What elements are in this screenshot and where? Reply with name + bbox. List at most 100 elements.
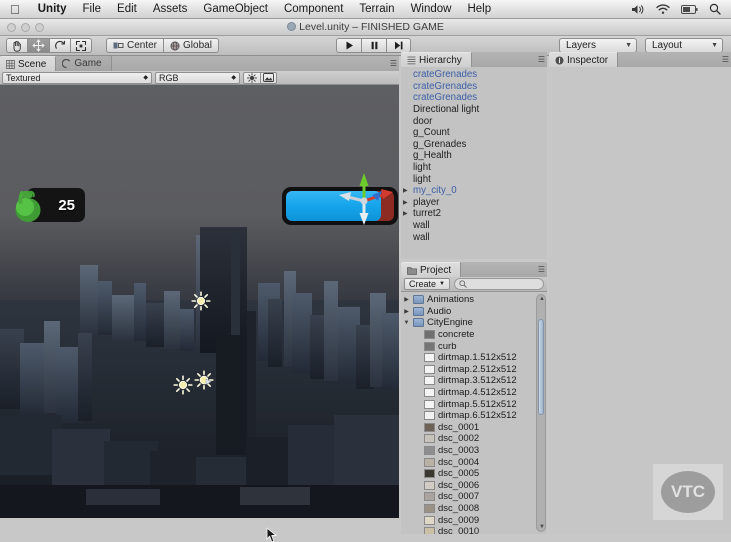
draw-mode-dropdown[interactable]: Textured ◆ xyxy=(2,71,152,84)
project-search-field[interactable] xyxy=(453,278,544,290)
tab-scene[interactable]: Scene xyxy=(0,56,57,71)
project-scrollbar[interactable]: ▲ ▼ xyxy=(536,294,546,532)
step-button[interactable] xyxy=(386,38,411,53)
texture-thumbnail-icon xyxy=(424,469,435,479)
project-item[interactable]: dirtmap.5.512x512 xyxy=(401,398,547,410)
rotate-tool[interactable] xyxy=(49,38,70,53)
pivot-rotation-button[interactable]: Global xyxy=(163,38,219,53)
hierarchy-menu-icon[interactable]: ☰ xyxy=(538,55,545,64)
hierarchy-item[interactable]: g_Health xyxy=(401,150,547,162)
expand-arrow-icon[interactable]: ▶ xyxy=(403,187,408,194)
transform-move-gizmo[interactable] xyxy=(338,169,399,229)
menu-help[interactable]: Help xyxy=(459,0,499,19)
scene-panel-menu-icon[interactable]: ☰ xyxy=(390,59,397,68)
project-asset-list[interactable]: ▶ Animations ▶ Audio ▼ CityEngine concrete curb… xyxy=(401,292,547,534)
hierarchy-item[interactable]: ▶ player xyxy=(401,197,547,209)
apple-icon[interactable]:  xyxy=(10,3,20,16)
project-item[interactable]: dsc_0002 xyxy=(401,433,547,445)
project-item[interactable]: dsc_0005 xyxy=(401,468,547,480)
project-item[interactable]: dsc_0004 xyxy=(401,456,547,468)
move-tool[interactable] xyxy=(27,38,49,53)
project-item[interactable]: dirtmap.4.512x512 xyxy=(401,387,547,399)
collapse-arrow-icon[interactable]: ▼ xyxy=(403,320,410,326)
menu-file[interactable]: File xyxy=(75,0,110,19)
hierarchy-item[interactable]: light xyxy=(401,173,547,185)
play-button[interactable] xyxy=(336,38,361,53)
project-item[interactable]: dirtmap.6.512x512 xyxy=(401,410,547,422)
spotlight-search-icon[interactable] xyxy=(709,3,721,15)
project-item[interactable]: dirtmap.1.512x512 xyxy=(401,352,547,364)
texture-thumbnail-icon xyxy=(424,457,435,467)
project-item[interactable]: dirtmap.3.512x512 xyxy=(401,375,547,387)
pause-button[interactable] xyxy=(361,38,386,53)
project-item[interactable]: dsc_0006 xyxy=(401,480,547,492)
render-mode-dropdown[interactable]: RGB ◆ xyxy=(155,71,240,84)
hierarchy-item[interactable]: crateGrenades xyxy=(401,81,547,93)
hierarchy-item[interactable]: ▶ turret2 xyxy=(401,208,547,220)
menu-assets[interactable]: Assets xyxy=(145,0,196,19)
scroll-up-arrow-icon[interactable]: ▲ xyxy=(539,296,545,302)
hierarchy-item[interactable]: g_Grenades xyxy=(401,139,547,151)
hierarchy-item[interactable]: wall xyxy=(401,231,547,243)
tab-game[interactable]: Game xyxy=(56,56,112,71)
point-light-gizmo[interactable] xyxy=(191,291,211,311)
hierarchy-item[interactable]: crateGrenades xyxy=(401,92,547,104)
hierarchy-item[interactable]: wall xyxy=(401,220,547,232)
project-item[interactable]: curb xyxy=(401,340,547,352)
project-scroll-thumb[interactable] xyxy=(538,319,544,415)
inspector-menu-icon[interactable]: ☰ xyxy=(722,55,729,64)
expand-arrow-icon[interactable]: ▶ xyxy=(403,308,410,315)
layers-dropdown[interactable]: Layers ▼ xyxy=(559,38,637,53)
hand-tool[interactable] xyxy=(6,38,27,53)
scroll-down-arrow-icon[interactable]: ▼ xyxy=(539,524,545,530)
tab-inspector[interactable]: Inspector xyxy=(549,52,619,67)
project-item-label: dsc_0003 xyxy=(438,445,480,457)
pivot-mode-button[interactable]: Center xyxy=(106,38,164,53)
mouse-pointer xyxy=(266,527,277,542)
project-item[interactable]: dsc_0007 xyxy=(401,491,547,503)
hierarchy-item[interactable]: ▶ my_city_0 xyxy=(401,185,547,197)
project-item[interactable]: dsc_0008 xyxy=(401,503,547,515)
menu-edit[interactable]: Edit xyxy=(109,0,145,19)
project-item[interactable]: dsc_0010 xyxy=(401,526,547,534)
expand-arrow-icon[interactable]: ▶ xyxy=(403,296,410,303)
point-light-gizmo[interactable] xyxy=(173,375,193,395)
tab-project[interactable]: Project xyxy=(401,262,462,277)
layout-dropdown[interactable]: Layout ▼ xyxy=(645,38,723,53)
hierarchy-item[interactable]: g_Count xyxy=(401,127,547,139)
hierarchy-item[interactable]: Directional light xyxy=(401,104,547,116)
expand-arrow-icon[interactable]: ▶ xyxy=(403,210,408,217)
wifi-icon[interactable] xyxy=(656,3,670,15)
menu-window[interactable]: Window xyxy=(403,0,460,19)
hierarchy-list[interactable]: crateGrenades crateGrenades crateGrenades D… xyxy=(401,67,547,259)
lighting-toggle-button[interactable] xyxy=(243,71,260,84)
menu-unity[interactable]: Unity xyxy=(30,0,75,19)
project-item[interactable]: ▶ Audio xyxy=(401,306,547,318)
hierarchy-item[interactable]: crateGrenades xyxy=(401,69,547,81)
project-item[interactable]: ▶ Animations xyxy=(401,294,547,306)
expand-arrow-icon[interactable]: ▶ xyxy=(403,199,408,206)
project-item[interactable]: concrete xyxy=(401,329,547,341)
hierarchy-item[interactable]: door xyxy=(401,115,547,127)
battery-icon[interactable] xyxy=(681,4,698,14)
project-item[interactable]: dirtmap.2.512x512 xyxy=(401,364,547,376)
project-item[interactable]: dsc_0009 xyxy=(401,514,547,526)
gizmos-toggle-button[interactable] xyxy=(260,71,277,84)
project-item[interactable]: dsc_0003 xyxy=(401,445,547,457)
project-item[interactable]: ▼ CityEngine xyxy=(401,317,547,329)
menu-gameobject[interactable]: GameObject xyxy=(195,0,276,19)
volume-icon[interactable] xyxy=(631,4,645,15)
menu-terrain[interactable]: Terrain xyxy=(351,0,402,19)
texture-thumbnail-icon xyxy=(424,399,435,409)
tab-hierarchy[interactable]: Hierarchy xyxy=(401,52,472,67)
menu-component[interactable]: Component xyxy=(276,0,351,19)
scale-tool[interactable] xyxy=(70,38,92,53)
project-menu-icon[interactable]: ☰ xyxy=(538,265,545,274)
project-item[interactable]: dsc_0001 xyxy=(401,422,547,434)
point-light-gizmo-selected[interactable] xyxy=(194,370,214,390)
inspector-tabs: Inspector ☰ xyxy=(549,52,731,67)
hierarchy-item[interactable]: light xyxy=(401,162,547,174)
scene-view-viewport[interactable]: 25 xyxy=(0,85,399,518)
hierarchy-item-label: wall xyxy=(413,220,430,232)
create-button[interactable]: Create ▼ xyxy=(404,278,450,290)
